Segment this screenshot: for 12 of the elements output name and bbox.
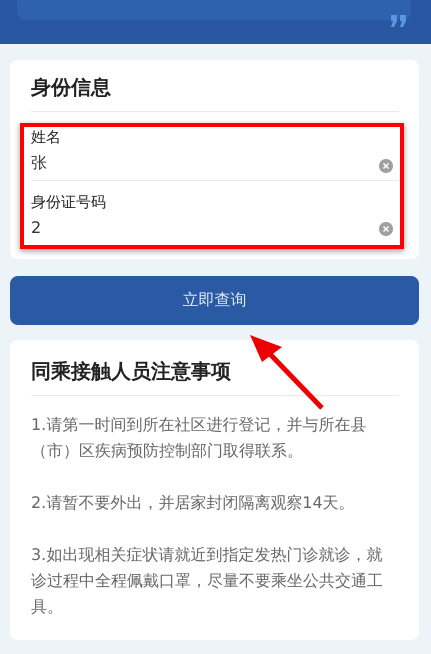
input-field[interactable]: 2 <box>31 212 42 237</box>
notice-paragraph: 2.请暂不要外出，并居家封闭隔离观察14天。 <box>31 492 356 514</box>
notice-paragraph: 1.请第一时间到所在社区进行登记，并与所在县（市）区疾病预防控制部门取得联系。 <box>31 414 368 462</box>
field-label: 身份证号码 <box>31 193 107 212</box>
clear-icon[interactable] <box>379 222 393 236</box>
field-label: 姓名 <box>31 128 62 147</box>
notice-paragraph: 3.如出现相关症状请就近到指定发热门诊就诊，就诊过程中全程佩戴口罩，尽量不要乘坐公共交通工具。 <box>31 544 384 618</box>
clear-icon[interactable] <box>379 159 393 173</box>
query-button[interactable]: 立即查询 <box>10 276 419 325</box>
quote-icon <box>391 15 407 27</box>
input-field[interactable]: 张 <box>31 147 47 174</box>
card-title: 身份信息 <box>31 60 399 112</box>
